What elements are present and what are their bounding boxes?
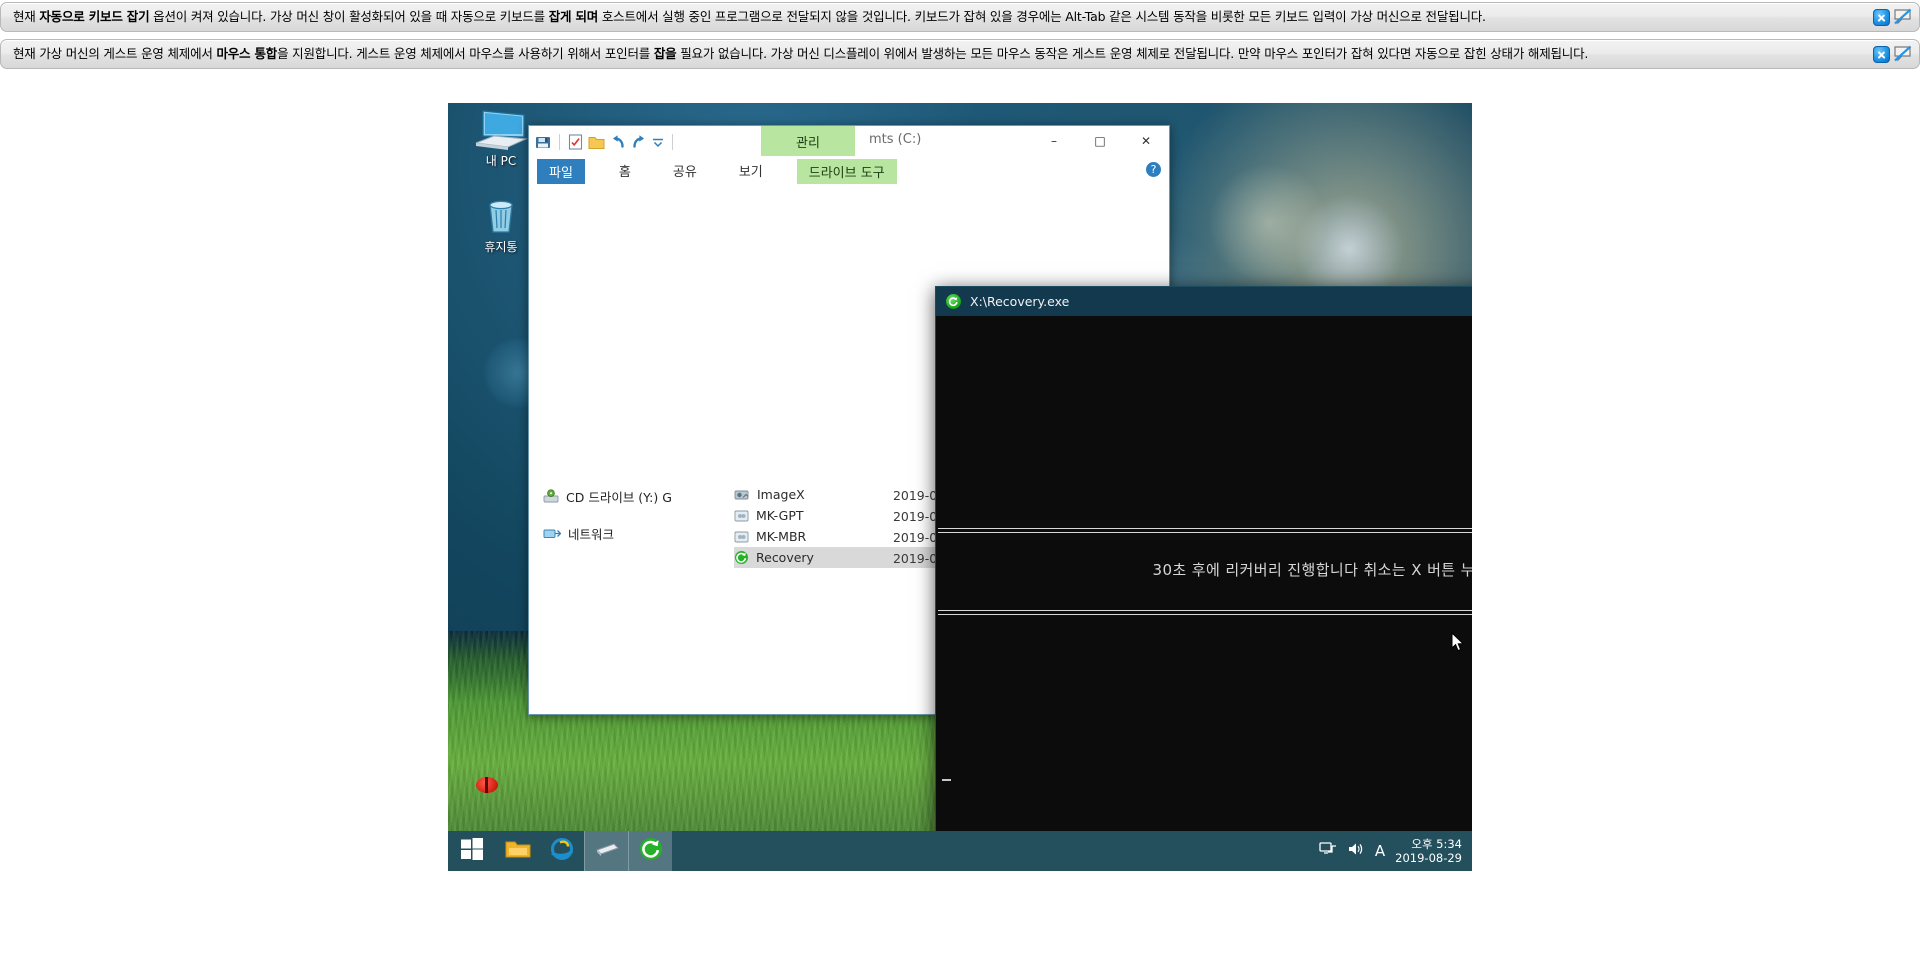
- ribbon-tabs: 파일 홈 공유 보기 드라이브 도구: [529, 158, 1169, 184]
- window-recovery-console[interactable]: X:\Recovery.exe – □ ✕ 30초 후에 리커버리 진행합니다 …: [935, 286, 1472, 846]
- vm-display[interactable]: 내 PC 휴지통 관리 mts (C:) – □ ✕ 파일 홈 공유 보기 드라…: [448, 103, 1472, 871]
- cd-drive-icon: [543, 489, 559, 504]
- window-title: X:\Recovery.exe: [970, 294, 1070, 309]
- window-title: mts (C:): [869, 132, 922, 147]
- network-icon[interactable]: [1319, 841, 1337, 861]
- console-divider: [938, 528, 1472, 529]
- close-icon[interactable]: [1873, 8, 1890, 26]
- nav-item-label: 네트워크: [568, 527, 615, 542]
- window-controls: – □ ✕: [1031, 126, 1169, 156]
- script-icon: [734, 509, 749, 523]
- contextual-tab-manage[interactable]: 관리: [761, 126, 855, 156]
- toolbar-divider: [559, 134, 560, 150]
- quick-access-toolbar: [529, 134, 676, 150]
- clock-date: 2019-08-29: [1395, 851, 1462, 865]
- notification-keyboard-capture: 현재 자동으로 키보드 잡기 옵션이 켜져 있습니다. 가상 머신 창이 활성화…: [0, 2, 1920, 32]
- notification-actions: [1867, 8, 1913, 26]
- folder-icon: [505, 839, 531, 864]
- no-notification-icon[interactable]: [1893, 8, 1913, 26]
- nav-item-cd-drive[interactable]: CD 드라이브 (Y:) G: [529, 484, 729, 509]
- customize-chevron-icon[interactable]: [652, 136, 664, 148]
- redo-icon[interactable]: [631, 134, 647, 150]
- no-notification-icon[interactable]: [1893, 45, 1913, 63]
- recovery-icon: [734, 550, 749, 565]
- network-icon: [543, 527, 561, 541]
- clock-time: 오후 5:34: [1411, 837, 1462, 851]
- taskbar: A 오후 5:34 2019-08-29: [448, 831, 1472, 871]
- close-button[interactable]: ✕: [1123, 126, 1169, 156]
- taskbar-button-drive-window[interactable]: [584, 831, 628, 871]
- mouse-cursor: [1451, 631, 1465, 652]
- wallpaper-ladybug: [476, 777, 498, 793]
- notification-mouse-integration-text: 현재 가상 머신의 게스트 운영 체제에서 마우스 통합을 지원합니다. 게스트…: [13, 46, 1589, 61]
- console-divider: [938, 614, 1472, 615]
- console-divider: [938, 532, 1472, 533]
- wallpaper-sun: [1208, 163, 1328, 283]
- tab-share[interactable]: 공유: [665, 161, 705, 184]
- notification-keyboard-capture-text: 현재 자동으로 키보드 잡기 옵션이 켜져 있습니다. 가상 머신 창이 활성화…: [13, 9, 1486, 24]
- volume-icon[interactable]: [1347, 841, 1365, 861]
- script-icon: [734, 530, 749, 544]
- clock[interactable]: 오후 5:34 2019-08-29: [1395, 837, 1462, 865]
- console-message: 30초 후에 리커버리 진행합니다 취소는 X 버튼 누르세요: [1152, 561, 1472, 579]
- maximize-button[interactable]: □: [1077, 126, 1123, 156]
- new-folder-icon[interactable]: [588, 135, 605, 150]
- nav-item-network[interactable]: 네트워크: [529, 521, 729, 546]
- minimize-button[interactable]: –: [1031, 126, 1077, 156]
- start-button[interactable]: [448, 831, 496, 871]
- screen-root: 현재 자동으로 키보드 잡기 옵션이 켜져 있습니다. 가상 머신 창이 활성화…: [0, 0, 1920, 975]
- tab-view[interactable]: 보기: [731, 161, 771, 184]
- console-divider: [938, 610, 1472, 611]
- mts-navigation-pane: CD 드라이브 (Y:) G 네트워크: [529, 484, 729, 546]
- tab-drive-tools[interactable]: 드라이브 도구: [796, 159, 897, 184]
- notification-actions: [1867, 45, 1913, 63]
- windows-start-icon: [461, 838, 483, 864]
- console-caret: [942, 779, 951, 781]
- ie-icon: [549, 836, 575, 866]
- mts-titlebar[interactable]: 관리 mts (C:) – □ ✕: [529, 126, 1169, 158]
- file-name-cell: Recovery: [734, 550, 893, 565]
- toolbar-divider: [672, 134, 673, 150]
- recovery-icon: [638, 836, 664, 866]
- taskbar-button-recovery-app[interactable]: [628, 831, 672, 871]
- taskbar-button-file-explorer[interactable]: [496, 831, 540, 871]
- recovery-icon: [946, 294, 961, 309]
- undo-icon[interactable]: [610, 134, 626, 150]
- tab-home[interactable]: 홈: [611, 161, 639, 184]
- file-name-cell: MK-GPT: [734, 508, 893, 523]
- ime-icon[interactable]: A: [1375, 842, 1385, 860]
- console-output[interactable]: 30초 후에 리커버리 진행합니다 취소는 X 버튼 누르세요: [936, 316, 1472, 845]
- help-icon[interactable]: ?: [1146, 162, 1161, 177]
- console-titlebar[interactable]: X:\Recovery.exe – □ ✕: [936, 287, 1472, 316]
- taskbar-button-internet-explorer[interactable]: [540, 831, 584, 871]
- file-name-cell: ImageX: [734, 487, 893, 502]
- close-icon[interactable]: [1873, 45, 1890, 63]
- save-icon[interactable]: [535, 135, 551, 150]
- tab-file[interactable]: 파일: [537, 159, 585, 184]
- notification-mouse-integration: 현재 가상 머신의 게스트 운영 체제에서 마우스 통합을 지원합니다. 게스트…: [0, 39, 1920, 69]
- system-tray: A 오후 5:34 2019-08-29: [1319, 837, 1472, 865]
- drive-icon: [594, 840, 620, 862]
- nav-item-label: CD 드라이브 (Y:) G: [566, 490, 672, 505]
- properties-icon[interactable]: [568, 134, 583, 150]
- imagex-icon: [734, 488, 750, 502]
- file-name-cell: MK-MBR: [734, 529, 893, 544]
